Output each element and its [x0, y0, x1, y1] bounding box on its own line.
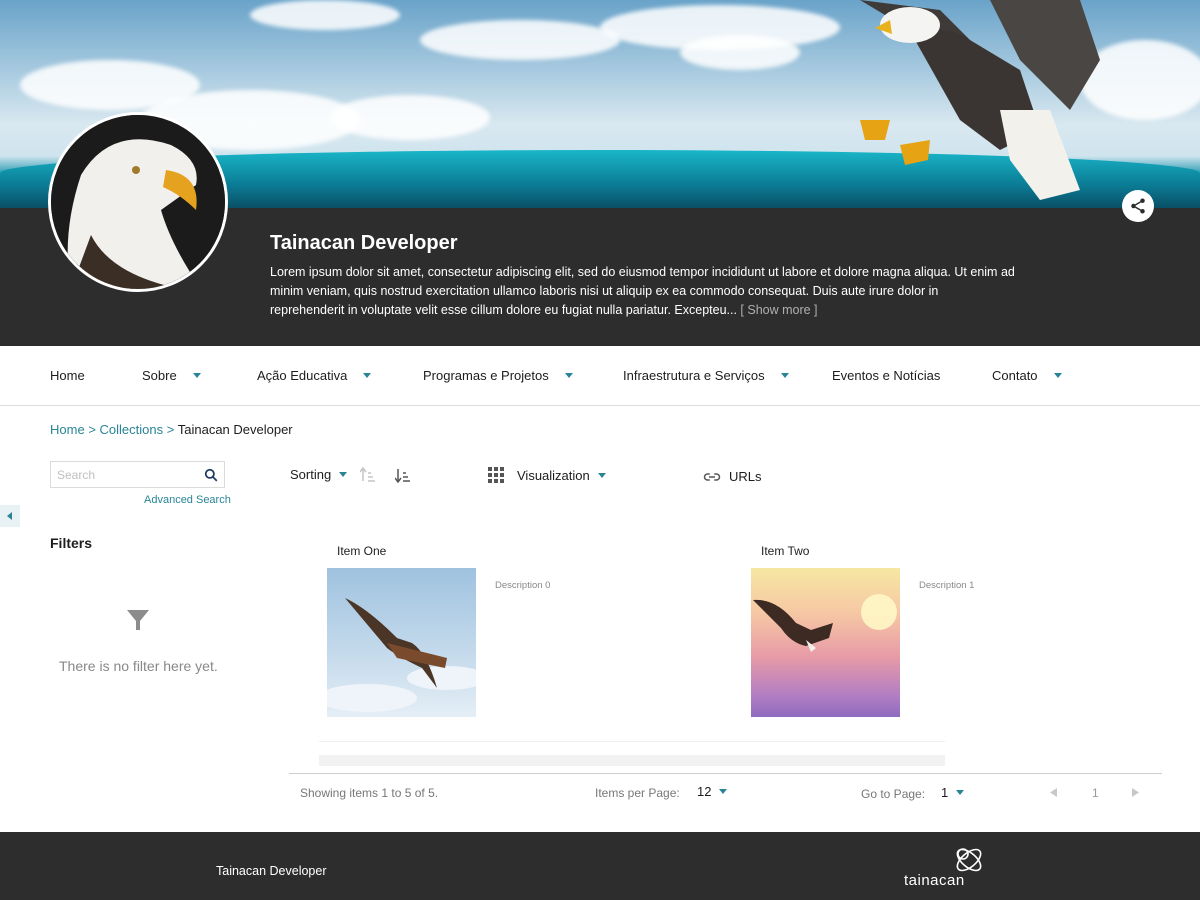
eagle-flying-image — [327, 598, 476, 712]
sorting-dropdown[interactable]: Sorting — [290, 467, 348, 482]
footer: Tainacan Developer tainacan — [0, 832, 1200, 900]
collection-title: Tainacan Developer — [270, 232, 458, 254]
nav-item-sobre[interactable]: Sobre — [142, 368, 201, 383]
breadcrumb-separator: > — [88, 422, 96, 437]
grid-icon — [488, 467, 504, 483]
caret-down-icon — [956, 790, 965, 795]
nav-item-eventos[interactable]: Eventos e Notícias — [832, 368, 940, 383]
breadcrumb-home[interactable]: Home — [50, 422, 85, 437]
eagle-banner-image — [860, 0, 1100, 200]
item-description: Description 0 — [495, 580, 551, 591]
next-page-icon[interactable] — [1131, 788, 1139, 797]
search-input[interactable] — [57, 467, 197, 482]
collection-avatar — [48, 112, 228, 292]
nav-label: Sobre — [142, 368, 177, 383]
caret-down-icon — [363, 373, 372, 378]
sort-ascending-icon[interactable] — [360, 467, 376, 483]
caret-down-icon — [564, 373, 573, 378]
filter-icon — [127, 610, 149, 630]
caret-down-icon — [719, 789, 728, 794]
main-navigation: Home Sobre Ação Educativa Programas e Pr… — [0, 346, 1200, 406]
show-more-link[interactable]: [ Show more ] — [740, 303, 817, 317]
visualization-dropdown[interactable]: Visualization — [488, 467, 606, 483]
nav-label: Programas e Projetos — [423, 368, 549, 383]
breadcrumb-current: Tainacan Developer — [177, 422, 293, 437]
no-filter-message: There is no filter here yet. — [59, 658, 218, 674]
caret-down-icon — [780, 373, 789, 378]
breadcrumb-separator: > — [166, 422, 175, 437]
search-icon[interactable] — [204, 468, 218, 482]
collapse-filters-button[interactable] — [0, 505, 20, 527]
item-thumbnail[interactable] — [327, 568, 476, 717]
eagle-sunset-image — [753, 594, 897, 652]
divider — [289, 773, 1162, 774]
urls-button[interactable]: URLs — [703, 469, 762, 484]
search-box — [50, 461, 225, 488]
sort-descending-icon[interactable] — [395, 467, 411, 483]
nav-label: Home — [50, 368, 85, 383]
breadcrumb-collections[interactable]: Collections — [100, 422, 164, 437]
share-icon — [1131, 198, 1145, 214]
nav-item-programas[interactable]: Programas e Projetos — [423, 368, 573, 383]
item-thumbnail[interactable] — [751, 568, 900, 717]
items-per-page-label: Items per Page: — [595, 786, 680, 800]
filters-title: Filters — [50, 535, 93, 551]
caret-down-icon — [1053, 373, 1062, 378]
nav-item-acao-educativa[interactable]: Ação Educativa — [257, 368, 372, 383]
pagination-summary: Showing items 1 to 5 of 5. — [300, 786, 439, 800]
current-page-number[interactable]: 1 — [1092, 786, 1099, 800]
tainacan-logo-text: tainacan — [904, 872, 965, 889]
items-per-page-value: 12 — [697, 784, 712, 799]
go-to-page-value: 1 — [941, 785, 949, 800]
nav-label: Infraestrutura e Serviços — [623, 368, 765, 383]
item-title[interactable]: Item One — [337, 544, 386, 558]
urls-label: URLs — [729, 469, 762, 484]
nav-label: Ação Educativa — [257, 368, 348, 383]
link-icon — [703, 472, 721, 481]
caret-down-icon — [597, 472, 606, 478]
go-to-page-select[interactable]: 1 — [941, 785, 965, 800]
chevron-left-icon — [7, 512, 12, 520]
nav-label: Eventos e Notícias — [832, 368, 941, 383]
sorting-label: Sorting — [290, 467, 332, 482]
nav-item-contato[interactable]: Contato — [992, 368, 1062, 383]
nav-item-home[interactable]: Home — [50, 368, 85, 383]
eagle-portrait-image — [51, 115, 225, 289]
go-to-page-label: Go to Page: — [861, 787, 926, 801]
items-per-page-select[interactable]: 12 — [697, 784, 728, 799]
divider — [319, 755, 945, 766]
item-description: Description 1 — [919, 580, 975, 591]
advanced-search-link[interactable]: Advanced Search — [144, 494, 231, 506]
collection-description: Lorem ipsum dolor sit amet, consectetur … — [270, 263, 1015, 320]
nav-item-infraestrutura[interactable]: Infraestrutura e Serviços — [623, 368, 789, 383]
caret-down-icon — [192, 373, 201, 378]
visualization-label: Visualization — [517, 467, 590, 483]
caret-down-icon — [339, 472, 348, 477]
nav-label: Contato — [992, 368, 1038, 383]
divider — [319, 741, 945, 742]
breadcrumb: Home > Collections > Tainacan Developer — [50, 422, 293, 437]
share-button[interactable] — [1122, 190, 1154, 222]
item-title[interactable]: Item Two — [761, 544, 809, 558]
previous-page-icon[interactable] — [1050, 788, 1058, 797]
description-text: Lorem ipsum dolor sit amet, consectetur … — [270, 265, 1015, 317]
footer-site-name: Tainacan Developer — [216, 864, 327, 878]
